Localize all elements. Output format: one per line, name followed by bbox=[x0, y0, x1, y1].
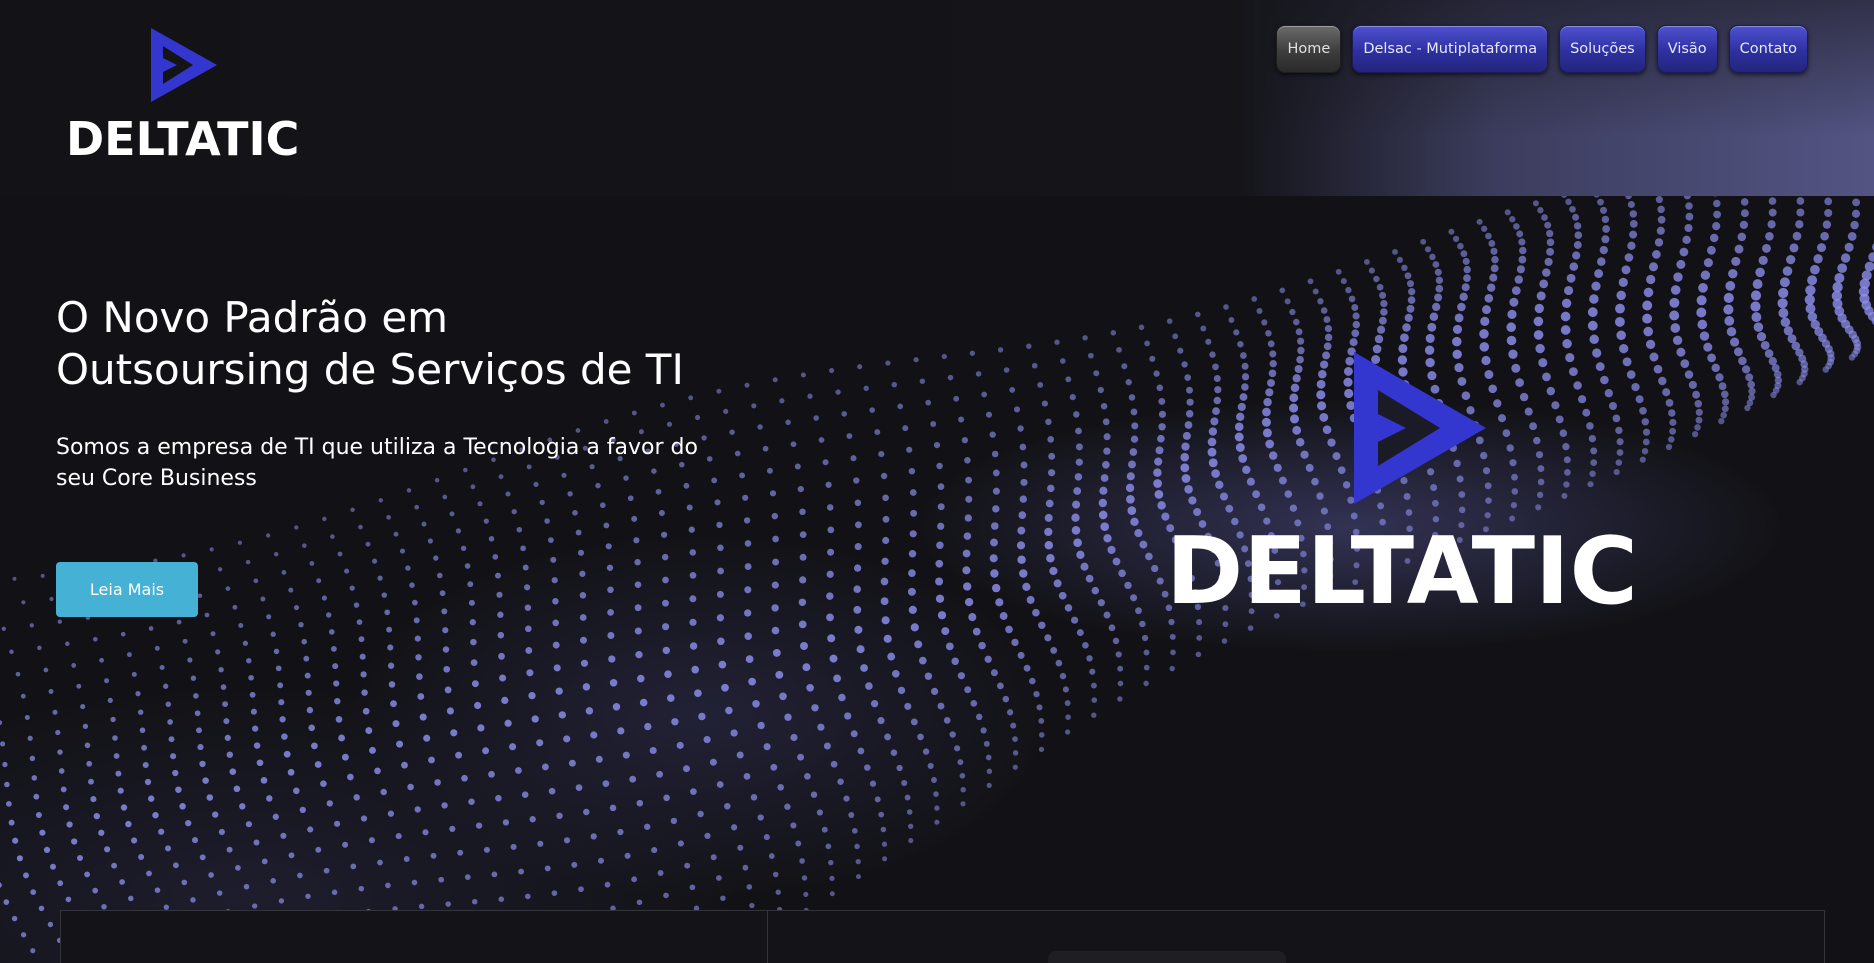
delta-play-icon bbox=[1354, 352, 1486, 504]
hero-title-line-2: Outsoursing de Serviços de TI bbox=[56, 345, 684, 394]
site-header: DELTATIC Home Delsac - Mutiplataforma So… bbox=[0, 0, 1874, 196]
nav-item-contato[interactable]: Contato bbox=[1728, 25, 1808, 73]
read-more-button[interactable]: Leia Mais bbox=[56, 562, 198, 617]
delta-play-icon bbox=[151, 28, 217, 102]
logo-wordmark: DELTATIC bbox=[66, 112, 300, 166]
hero-title: O Novo Padrão em Outsoursing de Serviços… bbox=[56, 292, 776, 396]
header-logo[interactable]: DELTATIC bbox=[66, 28, 306, 162]
hero-logo-wordmark: DELTATIC bbox=[1166, 517, 1638, 625]
page: DELTATIC Home Delsac - Mutiplataforma So… bbox=[0, 0, 1874, 963]
feature-card-left bbox=[61, 911, 768, 963]
hero-title-line-1: O Novo Padrão em bbox=[56, 293, 449, 342]
hero-logo: DELTATIC bbox=[1166, 352, 1676, 622]
feature-cards bbox=[60, 910, 1825, 963]
nav-item-delsac[interactable]: Delsac - Mutiplataforma bbox=[1352, 25, 1549, 73]
nav-item-visao[interactable]: Visão bbox=[1656, 25, 1718, 73]
hero-section: O Novo Padrão em Outsoursing de Serviços… bbox=[0, 196, 1874, 963]
main-nav: Home Delsac - Mutiplataforma Soluções Vi… bbox=[1276, 25, 1808, 73]
feature-card-right bbox=[768, 911, 1824, 963]
card-pill bbox=[1048, 951, 1286, 963]
hero-subtitle: Somos a empresa de TI que utiliza a Tecn… bbox=[56, 435, 698, 491]
nav-item-home[interactable]: Home bbox=[1276, 25, 1342, 73]
nav-item-solucoes[interactable]: Soluções bbox=[1559, 25, 1646, 73]
